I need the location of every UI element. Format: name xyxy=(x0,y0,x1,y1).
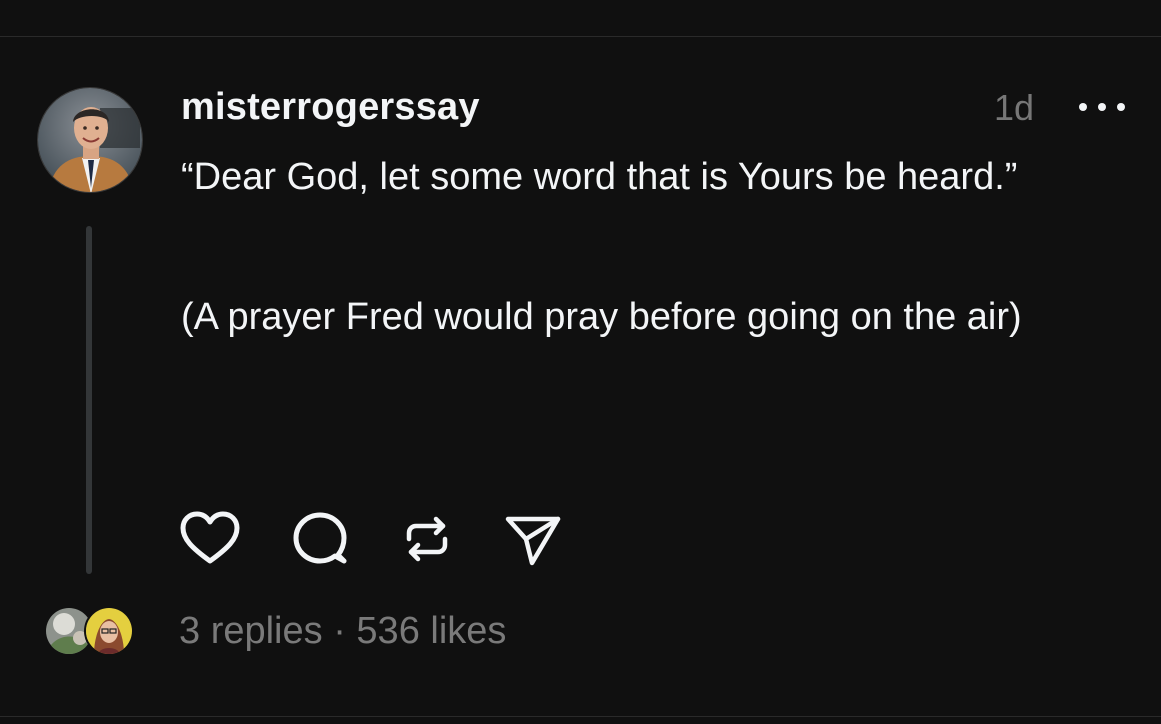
heart-icon xyxy=(180,511,240,564)
reply-button[interactable] xyxy=(290,509,350,569)
post-text-note: (A prayer Fred would pray before going o… xyxy=(181,296,1022,338)
like-button[interactable] xyxy=(180,509,240,569)
reply-avatar-2 xyxy=(84,606,134,656)
author-avatar[interactable] xyxy=(37,87,143,193)
post-stats: 3 replies · 536 likes xyxy=(179,606,506,656)
reply-avatar-photo-2 xyxy=(86,608,132,654)
bottom-divider xyxy=(0,716,1161,717)
comment-bubble-icon xyxy=(293,512,347,564)
share-button[interactable] xyxy=(502,509,562,569)
more-options-button[interactable] xyxy=(1079,90,1125,124)
post-timestamp: 1d xyxy=(994,87,1035,128)
stats-separator: · xyxy=(333,610,346,652)
repost-arrows-icon xyxy=(406,516,448,562)
reply-avatars xyxy=(46,606,136,658)
repost-button[interactable] xyxy=(397,509,457,569)
avatar-photo xyxy=(38,88,142,192)
author-username[interactable]: misterrogerssay xyxy=(181,84,480,130)
more-dot xyxy=(1098,103,1106,111)
send-paper-plane-icon xyxy=(505,516,561,566)
replies-count[interactable]: 3 replies xyxy=(179,610,323,652)
top-divider xyxy=(0,36,1161,37)
more-dot xyxy=(1117,103,1125,111)
thread-line xyxy=(86,226,92,574)
post-body: “Dear God, let some word that is Yours b… xyxy=(181,147,1141,347)
likes-count[interactable]: 536 likes xyxy=(356,610,506,652)
post-text-quote: “Dear God, let some word that is Yours b… xyxy=(181,156,1018,198)
more-dots-icon xyxy=(1079,103,1087,111)
